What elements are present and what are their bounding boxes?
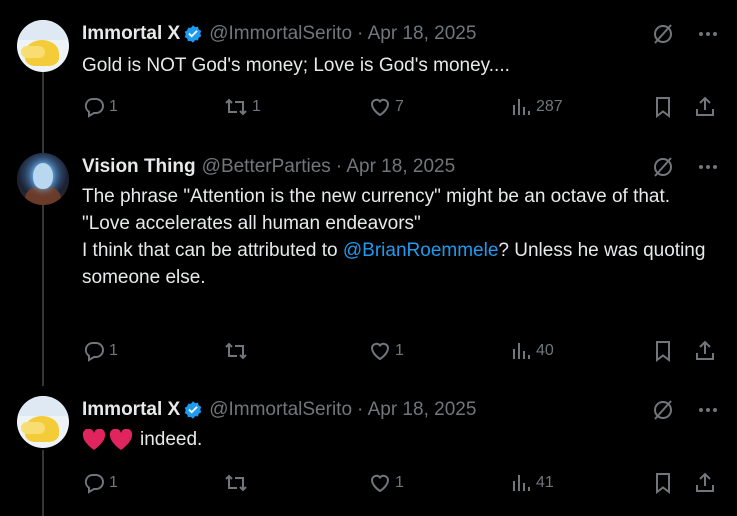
handle[interactable]: @BetterParties	[202, 156, 331, 178]
more-icon[interactable]	[697, 22, 719, 46]
repost-button[interactable]	[223, 339, 252, 363]
share-icon	[696, 472, 714, 492]
reply-button[interactable]: 1	[82, 471, 118, 495]
tweet-top-actions	[651, 398, 719, 422]
tweet-header: Immortal X @ImmortalSerito · Apr 18, 202…	[82, 398, 476, 422]
avatar[interactable]	[17, 153, 69, 205]
display-name[interactable]: Vision Thing	[82, 156, 196, 178]
text-line: I think that can be attributed to @Brian…	[82, 237, 722, 291]
bookmark-icon	[656, 97, 670, 118]
share-button[interactable]	[693, 95, 717, 119]
more-icon[interactable]	[697, 398, 719, 422]
repost-icon	[225, 342, 247, 360]
heart-emoji	[82, 428, 133, 451]
heart-icon	[82, 428, 106, 450]
grok-icon[interactable]	[651, 22, 675, 46]
tweet-text: Gold is NOT God's money; Love is God's m…	[82, 55, 510, 76]
share-icon	[696, 96, 714, 116]
share-icon	[696, 340, 714, 360]
verified-badge-icon	[183, 400, 203, 420]
action-bar: 1 1 7 287	[82, 95, 722, 119]
like-count: 1	[395, 342, 404, 359]
views-button[interactable]: 40	[511, 339, 554, 363]
timestamp[interactable]: · Apr 18, 2025	[357, 399, 476, 421]
like-button[interactable]: 1	[368, 339, 404, 363]
timestamp[interactable]: · Apr 18, 2025	[336, 156, 455, 178]
bookmark-button[interactable]	[652, 339, 674, 363]
heart-icon	[109, 428, 133, 450]
reply-icon	[84, 474, 104, 494]
tweet-header: Immortal X @ImmortalSerito · Apr 18, 202…	[82, 22, 476, 46]
reply-count: 1	[109, 474, 118, 491]
tweet-top-actions	[651, 155, 719, 179]
tweet-header: Vision Thing @BetterParties · Apr 18, 20…	[82, 155, 455, 179]
repost-button[interactable]: 1	[223, 95, 261, 119]
repost-button[interactable]	[223, 471, 252, 495]
avatar[interactable]	[17, 396, 69, 448]
like-count: 1	[395, 474, 404, 491]
tweet[interactable]: Immortal X @ImmortalSerito · Apr 18, 202…	[0, 396, 737, 508]
like-button[interactable]: 1	[368, 471, 404, 495]
text-line: The phrase "Attention is the new currenc…	[82, 186, 671, 207]
tweet-top-actions	[651, 22, 719, 46]
like-icon	[370, 98, 390, 117]
views-icon	[513, 475, 530, 491]
grok-icon[interactable]	[651, 398, 675, 422]
action-bar: 1 1 40	[82, 339, 722, 363]
more-icon[interactable]	[697, 155, 719, 179]
text-fragment: I think that can be attributed to	[82, 240, 343, 261]
avatar[interactable]	[17, 20, 69, 72]
reply-count: 1	[109, 342, 118, 359]
share-button[interactable]	[693, 471, 717, 495]
bookmark-button[interactable]	[652, 95, 674, 119]
reply-icon	[84, 342, 104, 362]
text-fragment: indeed.	[140, 429, 203, 450]
reply-icon	[84, 98, 104, 118]
timestamp[interactable]: · Apr 18, 2025	[357, 23, 476, 45]
like-icon	[370, 474, 390, 493]
handle[interactable]: @ImmortalSerito	[209, 23, 352, 45]
tweet-text: indeed.	[82, 426, 722, 453]
tweet-text: The phrase "Attention is the new currenc…	[82, 183, 722, 291]
views-count: 287	[536, 98, 563, 115]
tweet[interactable]: Immortal X @ImmortalSerito · Apr 18, 202…	[0, 20, 737, 132]
reply-button[interactable]: 1	[82, 339, 118, 363]
views-button[interactable]: 41	[511, 471, 554, 495]
repost-icon	[225, 474, 247, 492]
text-line: "Love accelerates all human endeavors"	[82, 213, 421, 234]
verified-badge-icon	[183, 24, 203, 44]
display-name[interactable]: Immortal X	[82, 399, 180, 421]
grok-icon[interactable]	[651, 155, 675, 179]
views-icon	[513, 343, 530, 359]
bookmark-icon	[656, 341, 670, 362]
reply-button[interactable]: 1	[82, 95, 118, 119]
handle[interactable]: @ImmortalSerito	[209, 399, 352, 421]
like-button[interactable]: 7	[368, 95, 404, 119]
repost-count: 1	[252, 98, 261, 115]
bookmark-icon	[656, 473, 670, 494]
like-icon	[370, 342, 390, 361]
share-button[interactable]	[693, 339, 717, 363]
views-count: 41	[536, 474, 554, 491]
display-name[interactable]: Immortal X	[82, 23, 180, 45]
tweet[interactable]: Vision Thing @BetterParties · Apr 18, 20…	[0, 153, 737, 365]
like-count: 7	[395, 98, 404, 115]
repost-icon	[225, 98, 247, 116]
bookmark-button[interactable]	[652, 471, 674, 495]
reply-count: 1	[109, 98, 118, 115]
views-icon	[513, 99, 530, 115]
action-bar: 1 1 41	[82, 471, 722, 495]
views-count: 40	[536, 342, 554, 359]
mention-link[interactable]: @BrianRoemmele	[343, 240, 499, 261]
views-button[interactable]: 287	[511, 95, 563, 119]
